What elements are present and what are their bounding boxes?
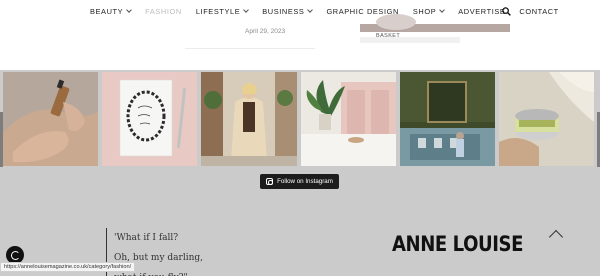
nav-item-contact[interactable]: CONTACT bbox=[519, 7, 558, 16]
post-date: April 29, 2023 bbox=[245, 28, 286, 35]
instagram-section: Follow on Instagram 'What if I fall? Oh,… bbox=[0, 70, 600, 276]
nav-item-beauty[interactable]: BEAUTY bbox=[90, 7, 133, 16]
nav-item-label: FASHION bbox=[145, 7, 182, 16]
instagram-tile-card-pen[interactable] bbox=[102, 72, 197, 166]
chevron-down-icon bbox=[243, 7, 250, 13]
content-area: April 29, 2023 BASKET bbox=[0, 14, 600, 70]
nav-item-label: SHOP bbox=[412, 7, 437, 16]
sidebar-banner bbox=[360, 14, 510, 32]
instagram-tile-kitchen-plant[interactable] bbox=[301, 72, 396, 166]
nav-item-label: BUSINESS bbox=[262, 7, 305, 16]
status-bar-url: https://annelouisemagazine.co.uk/categor… bbox=[0, 262, 136, 272]
instagram-tile-green-room[interactable] bbox=[400, 72, 495, 166]
top-nav: BEAUTY FASHION LIFESTYLE BUSINESS GRAPHI… bbox=[0, 0, 600, 24]
brand-logo[interactable]: ANNE LOUISE bbox=[392, 232, 523, 256]
nav-item-label: BEAUTY bbox=[90, 7, 124, 16]
back-to-top-icon[interactable] bbox=[548, 229, 564, 245]
page: BEAUTY FASHION LIFESTYLE BUSINESS GRAPHI… bbox=[0, 0, 600, 276]
nav-item-shop[interactable]: SHOP bbox=[412, 7, 446, 16]
instagram-tile-cream-jar[interactable] bbox=[499, 72, 594, 166]
follow-instagram-label: Follow on Instagram bbox=[277, 178, 333, 185]
nav-item-lifestyle[interactable]: LIFESTYLE bbox=[195, 7, 250, 16]
nav-item-business[interactable]: BUSINESS bbox=[262, 7, 314, 16]
instagram-icon bbox=[266, 178, 274, 185]
instagram-tile-hands-serum[interactable] bbox=[3, 72, 98, 166]
search-icon[interactable] bbox=[502, 7, 511, 16]
chevron-down-icon bbox=[439, 7, 446, 13]
accessibility-icon bbox=[10, 250, 20, 260]
nav-item-label: CONTACT bbox=[519, 7, 559, 16]
basket-link[interactable]: BASKET bbox=[376, 33, 400, 39]
instagram-tile-woman-coat[interactable] bbox=[201, 72, 297, 166]
chevron-down-icon bbox=[126, 7, 133, 13]
basket-bar bbox=[360, 37, 460, 43]
nav-item-fashion[interactable]: FASHION bbox=[145, 7, 182, 16]
follow-instagram-button[interactable]: Follow on Instagram bbox=[260, 174, 339, 189]
nav-item-advertise[interactable]: ADVERTISE bbox=[458, 7, 505, 16]
nav-item-label: ADVERTISE bbox=[458, 7, 506, 16]
divider bbox=[185, 48, 315, 49]
quote-line: 'What if I fall? bbox=[114, 233, 179, 243]
chevron-down-icon bbox=[307, 7, 314, 13]
nav-item-label: LIFESTYLE bbox=[195, 7, 241, 16]
